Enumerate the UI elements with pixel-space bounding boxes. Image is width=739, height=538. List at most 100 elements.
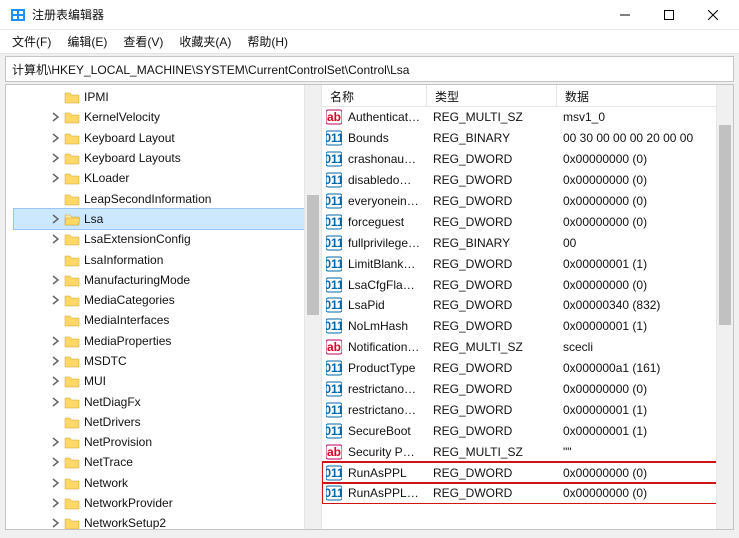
tree-item-label: NetProvision bbox=[84, 435, 152, 449]
value-type: REG_DWORD bbox=[427, 278, 557, 292]
tree-item-label: LsaExtensionConfig bbox=[84, 232, 191, 246]
tree-item[interactable]: Network bbox=[14, 473, 321, 493]
folder-icon bbox=[64, 273, 80, 287]
tree-pane[interactable]: IPMIKernelVelocityKeyboard LayoutKeyboar… bbox=[6, 85, 322, 529]
value-data: 0x00000000 (0) bbox=[557, 215, 733, 229]
list-pane[interactable]: 名称 类型 数据 Authentication ...REG_MULTI_SZm… bbox=[322, 85, 733, 529]
main-split: IPMIKernelVelocityKeyboard LayoutKeyboar… bbox=[5, 84, 734, 530]
tree-item[interactable]: LsaExtensionConfig bbox=[14, 229, 321, 249]
value-data: 0x00000000 (0) bbox=[557, 278, 733, 292]
list-row[interactable]: fullprivilegeau...REG_BINARY00 bbox=[322, 232, 733, 253]
window-title: 注册表编辑器 bbox=[32, 6, 603, 23]
close-button[interactable] bbox=[691, 0, 735, 30]
expander-icon[interactable] bbox=[50, 233, 62, 245]
list-row[interactable]: Security Packa...REG_MULTI_SZ"" bbox=[322, 441, 733, 462]
list-row[interactable]: SecureBootREG_DWORD0x00000001 (1) bbox=[322, 420, 733, 441]
list-row[interactable]: everyoneinclud...REG_DWORD0x00000000 (0) bbox=[322, 191, 733, 212]
list-row[interactable]: RunAsPPLREG_DWORD0x00000000 (0) bbox=[322, 462, 733, 483]
expander-icon[interactable] bbox=[50, 111, 62, 123]
tree-item-label: MediaProperties bbox=[84, 334, 171, 348]
tree-item[interactable]: KLoader bbox=[14, 168, 321, 188]
column-header-type[interactable]: 类型 bbox=[427, 85, 557, 106]
tree-item[interactable]: NetDrivers bbox=[14, 412, 321, 432]
list-row[interactable]: crashonauditfailREG_DWORD0x00000000 (0) bbox=[322, 149, 733, 170]
list-row[interactable]: LimitBlankPass...REG_DWORD0x00000001 (1) bbox=[322, 253, 733, 274]
expander-icon[interactable] bbox=[50, 355, 62, 367]
tree-item-label: NetworkSetup2 bbox=[84, 516, 166, 529]
menu-favorites[interactable]: 收藏夹(A) bbox=[171, 30, 239, 53]
tree-item[interactable]: MediaProperties bbox=[14, 331, 321, 351]
expander-icon[interactable] bbox=[50, 517, 62, 529]
expander-icon[interactable] bbox=[50, 213, 62, 225]
tree-item[interactable]: Keyboard Layout bbox=[14, 128, 321, 148]
tree-item[interactable]: LsaInformation bbox=[14, 249, 321, 269]
list-row[interactable]: BoundsREG_BINARY00 30 00 00 00 20 00 00 bbox=[322, 128, 733, 149]
tree-item[interactable]: NetTrace bbox=[14, 452, 321, 472]
list-scrollbar[interactable] bbox=[716, 85, 733, 529]
menu-help[interactable]: 帮助(H) bbox=[239, 30, 296, 53]
tree-item[interactable]: ManufacturingMode bbox=[14, 270, 321, 290]
tree-item[interactable]: IPMI bbox=[14, 87, 321, 107]
value-data: 0x000000a1 (161) bbox=[557, 361, 733, 375]
tree-item[interactable]: Lsa bbox=[14, 209, 321, 229]
value-name: LimitBlankPass... bbox=[342, 257, 427, 271]
expander-icon[interactable] bbox=[50, 456, 62, 468]
binary-value-icon bbox=[326, 172, 342, 188]
tree-item-label: NetDiagFx bbox=[84, 395, 141, 409]
menu-view[interactable]: 查看(V) bbox=[115, 30, 171, 53]
tree-item[interactable]: NetworkSetup2 bbox=[14, 513, 321, 529]
column-header-data[interactable]: 数据 bbox=[557, 85, 733, 106]
expander-icon[interactable] bbox=[50, 396, 62, 408]
value-name: disabledomain... bbox=[342, 173, 427, 187]
list-row[interactable]: LsaPidREG_DWORD0x00000340 (832) bbox=[322, 295, 733, 316]
tree-item[interactable]: MSDTC bbox=[14, 351, 321, 371]
string-value-icon bbox=[326, 109, 342, 125]
folder-icon bbox=[64, 90, 80, 104]
expander-icon[interactable] bbox=[50, 274, 62, 286]
tree-scrollbar[interactable] bbox=[304, 85, 321, 529]
tree-item[interactable]: LeapSecondInformation bbox=[14, 188, 321, 208]
expander-icon[interactable] bbox=[50, 497, 62, 509]
expander-icon[interactable] bbox=[50, 172, 62, 184]
tree-item[interactable]: NetworkProvider bbox=[14, 493, 321, 513]
folder-icon bbox=[64, 334, 80, 348]
binary-value-icon bbox=[326, 214, 342, 230]
tree-item[interactable]: Keyboard Layouts bbox=[14, 148, 321, 168]
list-row[interactable]: disabledomain...REG_DWORD0x00000000 (0) bbox=[322, 170, 733, 191]
list-row[interactable]: restrictanonym...REG_DWORD0x00000001 (1) bbox=[322, 399, 733, 420]
expander-icon[interactable] bbox=[50, 132, 62, 144]
list-row[interactable]: forceguestREG_DWORD0x00000000 (0) bbox=[322, 211, 733, 232]
list-row[interactable]: restrictanonym...REG_DWORD0x00000000 (0) bbox=[322, 379, 733, 400]
expander-icon[interactable] bbox=[50, 436, 62, 448]
tree-item[interactable]: MUI bbox=[14, 371, 321, 391]
column-header-name[interactable]: 名称 bbox=[322, 85, 427, 106]
list-row[interactable]: Authentication ...REG_MULTI_SZmsv1_0 bbox=[322, 107, 733, 128]
tree-item[interactable]: NetDiagFx bbox=[14, 391, 321, 411]
value-data: 0x00000001 (1) bbox=[557, 424, 733, 438]
value-name: everyoneinclud... bbox=[342, 194, 427, 208]
tree-item[interactable]: MediaCategories bbox=[14, 290, 321, 310]
tree-item[interactable]: KernelVelocity bbox=[14, 107, 321, 127]
list-row[interactable]: Notification Pa...REG_MULTI_SZscecli bbox=[322, 337, 733, 358]
value-type: REG_DWORD bbox=[427, 424, 557, 438]
value-name: Notification Pa... bbox=[342, 340, 427, 354]
list-row[interactable]: ProductTypeREG_DWORD0x000000a1 (161) bbox=[322, 358, 733, 379]
menu-edit[interactable]: 编辑(E) bbox=[59, 30, 115, 53]
expander-icon[interactable] bbox=[50, 294, 62, 306]
expander-icon[interactable] bbox=[50, 375, 62, 387]
maximize-button[interactable] bbox=[647, 0, 691, 30]
address-bar[interactable]: 计算机\HKEY_LOCAL_MACHINE\SYSTEM\CurrentCon… bbox=[5, 56, 734, 82]
tree-item[interactable]: MediaInterfaces bbox=[14, 310, 321, 330]
tree-item-label: Network bbox=[84, 476, 128, 490]
minimize-button[interactable] bbox=[603, 0, 647, 30]
list-row[interactable]: RunAsPPLBootREG_DWORD0x00000000 (0) bbox=[322, 483, 733, 504]
expander-icon[interactable] bbox=[50, 477, 62, 489]
value-data: 00 bbox=[557, 236, 733, 250]
menu-file[interactable]: 文件(F) bbox=[4, 30, 59, 53]
tree-item[interactable]: NetProvision bbox=[14, 432, 321, 452]
list-row[interactable]: LsaCfgFlagsDe...REG_DWORD0x00000000 (0) bbox=[322, 274, 733, 295]
expander-icon[interactable] bbox=[50, 335, 62, 347]
expander-icon[interactable] bbox=[50, 152, 62, 164]
list-row[interactable]: NoLmHashREG_DWORD0x00000001 (1) bbox=[322, 316, 733, 337]
binary-value-icon bbox=[326, 381, 342, 397]
